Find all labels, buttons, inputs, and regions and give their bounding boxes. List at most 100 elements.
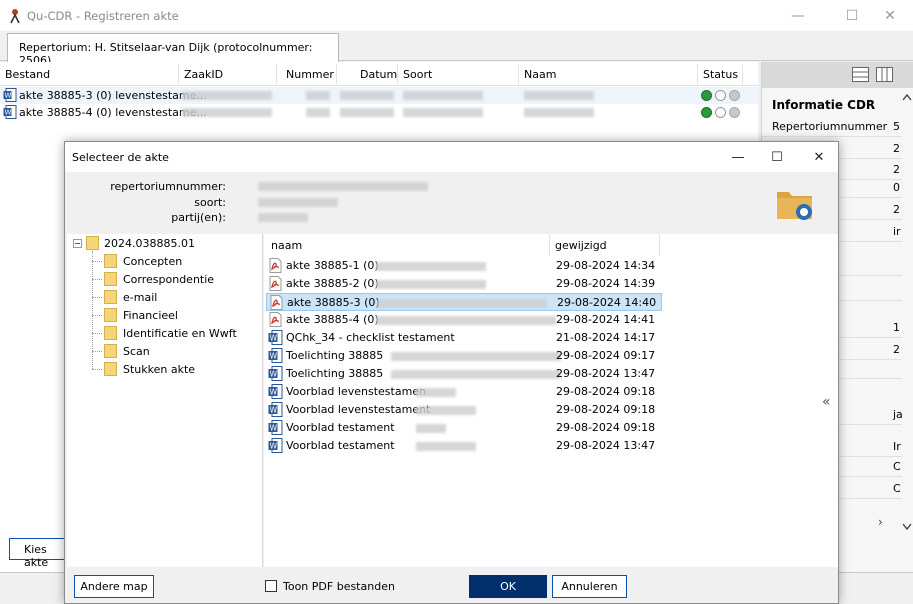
file-date: 29-08-2024 14:39 (556, 277, 656, 290)
collapse-panel-icon[interactable]: « (822, 394, 831, 410)
label-partijen: partij(en): (171, 211, 226, 224)
info-value: ir (893, 225, 901, 238)
col-naam[interactable]: naam (271, 239, 302, 252)
dialog-title: Selecteer de akte (72, 151, 169, 164)
svg-text:W: W (270, 441, 278, 450)
col-gewijzigd[interactable]: gewijzigd (555, 239, 607, 252)
tree-collapse-icon[interactable]: − (73, 239, 82, 248)
rows-view-icon[interactable] (852, 67, 869, 82)
info-value: C (893, 460, 901, 473)
info-value: Ir (893, 440, 901, 453)
info-value: 1 (893, 321, 900, 334)
folder-icon (104, 254, 117, 268)
file-list: naam gewijzigd akte 38885-1 (0) 29-08-202… (264, 234, 838, 567)
file-name: Voorblad levenstestament (286, 403, 431, 416)
list-item[interactable]: akte 38885-1 (0) 29-08-2024 14:34 (266, 257, 662, 275)
toon-pdf-checkbox[interactable] (265, 580, 277, 592)
tab-repertorium[interactable]: Repertorium: H. Stitselaar-van Dijk (pro… (7, 33, 339, 67)
dialog-footer: Andere map Toon PDF bestanden OK Annuler… (65, 567, 838, 603)
list-item[interactable]: akte 38885-2 (0) 29-08-2024 14:39 (266, 275, 662, 293)
list-item[interactable]: W Voorblad levenstestamen 29-08-2024 09:18 (266, 383, 662, 401)
word-document-icon: W (268, 348, 283, 363)
file-date: 29-08-2024 09:17 (556, 349, 656, 362)
info-value: 2 (893, 343, 900, 356)
word-document-icon: W (268, 420, 283, 435)
status-grey-icon (729, 90, 740, 101)
file-name: Toelichting 38885 (286, 367, 384, 380)
tree-item-label: Scan (123, 345, 150, 358)
columns-view-icon[interactable] (876, 67, 893, 82)
info-value: 2 (893, 163, 900, 176)
list-item[interactable]: W Toelichting 38885 29-08-2024 13:47 (266, 365, 662, 383)
file-date: 29-08-2024 13:47 (556, 367, 656, 380)
tree-item-label: Stukken akte (123, 363, 196, 376)
minimize-button[interactable]: — (775, 0, 821, 31)
toon-pdf-label[interactable]: Toon PDF bestanden (283, 580, 395, 593)
word-document-icon: W (268, 384, 283, 399)
file-name: QChk_34 - checklist testament (286, 331, 455, 344)
svg-text:W: W (270, 405, 278, 414)
col-nummer[interactable]: Nummer (286, 68, 334, 81)
tree-item-label: Identificatie en Wwft (123, 327, 237, 340)
word-document-icon: W (268, 330, 283, 345)
file-name: akte 38885-1 (0) (286, 259, 379, 272)
chevron-right-icon[interactable]: › (878, 515, 883, 529)
folder-icon (86, 236, 99, 250)
table-row[interactable]: W akte 38885-3 (0) levenstestame... (0, 87, 758, 104)
close-button[interactable]: ✕ (867, 0, 913, 31)
list-item[interactable]: W Voorblad levenstestament 29-08-2024 09:1… (266, 401, 662, 419)
dialog-close-button[interactable]: ✕ (796, 142, 842, 172)
svg-text:W: W (5, 109, 12, 117)
pdf-file-icon (269, 295, 284, 310)
svg-text:W: W (270, 423, 278, 432)
folder-icon (104, 362, 117, 376)
list-item[interactable]: akte 38885-4 (0) 29-08-2024 14:41 (266, 311, 662, 329)
list-item[interactable]: W Voorblad testament 29-08-2024 13:47 (266, 437, 662, 455)
word-document-icon: W (268, 438, 283, 453)
info-value: 2 (893, 142, 900, 155)
svg-text:W: W (270, 351, 278, 360)
kies-akte-button[interactable]: Kies akte (9, 538, 69, 569)
pdf-file-icon (268, 276, 283, 291)
col-status[interactable]: Status (703, 68, 738, 81)
annuleren-button[interactable]: Annuleren (552, 575, 627, 598)
ok-button[interactable]: OK (469, 575, 547, 598)
main-titlebar: Qu-CDR - Registreren akte — ☐ ✕ (0, 0, 913, 31)
svg-text:W: W (270, 369, 278, 378)
col-soort[interactable]: Soort (403, 68, 432, 81)
col-naam[interactable]: Naam (524, 68, 556, 81)
col-bestand[interactable]: Bestand (5, 68, 50, 81)
folder-icon (104, 308, 117, 322)
file-name: akte 38885-2 (0) (286, 277, 379, 290)
list-item[interactable]: akte 38885-3 (0) 29-08-2024 14:40 (266, 293, 662, 311)
info-value: 0 (893, 181, 900, 194)
file-name: Voorblad testament (286, 439, 395, 452)
grid-header: Bestand ZaakID Nummer Datum Soort Naam S… (0, 62, 758, 86)
col-zaakid[interactable]: ZaakID (184, 68, 223, 81)
status-grey-icon (729, 107, 740, 118)
list-item[interactable]: W Toelichting 38885 29-08-2024 09:17 (266, 347, 662, 365)
document-folder-icon (777, 192, 812, 220)
tree-item-label: Concepten (123, 255, 183, 268)
col-datum[interactable]: Datum (360, 68, 397, 81)
list-item[interactable]: W Voorblad testament 29-08-2024 09:18 (266, 419, 662, 437)
file-list-header: naam gewijzigd (264, 234, 838, 256)
table-row[interactable]: W akte 38885-4 (0) levenstestame... (0, 104, 758, 121)
file-date: 29-08-2024 14:41 (556, 313, 656, 326)
tree-root-label: 2024.038885.01 (104, 237, 195, 250)
andere-map-button[interactable]: Andere map (74, 575, 154, 598)
info-title: Informatie CDR (772, 98, 876, 112)
status-ok-icon (701, 90, 712, 101)
file-date: 29-08-2024 14:34 (556, 259, 656, 272)
dialog-maximize-button[interactable]: ☐ (754, 142, 800, 172)
list-item[interactable]: W QChk_34 - checklist testament 21-08-2024… (266, 329, 662, 347)
folder-icon (104, 326, 117, 340)
file-name: Voorblad testament (286, 421, 395, 434)
pdf-file-icon (268, 312, 283, 327)
file-name: Voorblad levenstestamen (286, 385, 427, 398)
file-name: Toelichting 38885 (286, 349, 384, 362)
info-value: 5 (893, 120, 900, 133)
pdf-file-icon (268, 258, 283, 273)
label-repertoriumnummer: repertoriumnummer: (110, 180, 226, 193)
info-scrollbar[interactable] (901, 92, 913, 532)
